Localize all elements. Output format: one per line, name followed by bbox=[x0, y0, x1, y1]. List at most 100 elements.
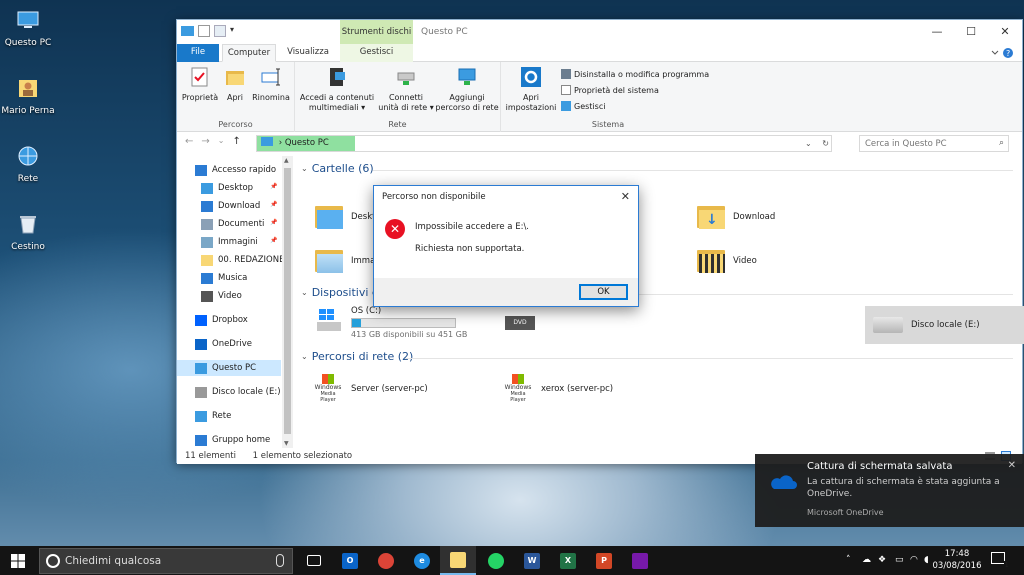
battery-icon[interactable]: ▭ bbox=[895, 546, 904, 575]
scroll-down-icon[interactable]: ▼ bbox=[284, 440, 289, 447]
up-arrow-icon[interactable]: ↑ bbox=[232, 136, 240, 147]
accedi-contenuti-multimediali-button[interactable]: Accedi a contenuti multimediali ▾ bbox=[299, 66, 375, 113]
nav-item[interactable]: Desktop bbox=[201, 180, 253, 196]
apri-impostazioni-button[interactable]: Apri impostazioni bbox=[505, 66, 557, 113]
nav-item[interactable]: 00. REDAZIONE bbox=[201, 252, 284, 268]
nav-scrollbar[interactable]: ▲ ▼ bbox=[282, 156, 293, 448]
network-location-server[interactable]: Windows Media Player Server (server-pc) bbox=[313, 374, 428, 403]
nav-item[interactable]: Accesso rapido bbox=[195, 162, 276, 178]
nav-item[interactable]: Gruppo home bbox=[195, 432, 270, 448]
scrollbar-thumb[interactable] bbox=[284, 168, 291, 434]
address-field[interactable]: › Questo PC ⌄ ↻ bbox=[256, 135, 832, 152]
pin-icon[interactable]: 📌 bbox=[270, 237, 277, 244]
ribbon-expand-help-icon[interactable]: ? bbox=[990, 47, 1014, 59]
drive-os-c[interactable]: OS (C:) 413 GB disponibili su 451 GB bbox=[315, 306, 467, 339]
ok-button[interactable]: OK bbox=[579, 284, 628, 300]
desktop-icon-cestino[interactable]: Cestino bbox=[0, 212, 56, 252]
customize-quick-access-icon[interactable]: ▾ bbox=[230, 25, 238, 37]
recent-locations-chevron-icon[interactable]: ⌄ bbox=[218, 136, 225, 147]
connetti-unita-di-rete-button[interactable]: Connetti unità di rete ▾ bbox=[377, 66, 435, 113]
drive-dvd[interactable]: DVD bbox=[505, 316, 535, 330]
nav-item[interactable]: Video bbox=[201, 288, 242, 304]
dropbox-tray-icon[interactable]: ❖ bbox=[878, 546, 886, 575]
action-center-icon[interactable]: 1 bbox=[991, 552, 1010, 569]
nav-item[interactable]: Musica bbox=[201, 270, 247, 286]
proprieta-sistema-button[interactable]: Proprietà del sistema bbox=[561, 83, 659, 97]
toast-close-button[interactable]: ✕ bbox=[1008, 460, 1016, 471]
show-hidden-icons-chevron-icon[interactable]: ˄ bbox=[846, 546, 851, 575]
excel-icon: X bbox=[560, 552, 576, 569]
section-percorsi-di-rete[interactable]: ⌄ Percorsi di rete (2) bbox=[301, 350, 413, 363]
proprieta-button[interactable]: Proprietà bbox=[181, 66, 219, 103]
search-input[interactable] bbox=[860, 136, 988, 151]
pin-icon[interactable]: 📌 bbox=[270, 219, 277, 226]
nav-item[interactable]: Rete bbox=[195, 408, 231, 424]
nav-item[interactable]: OneDrive bbox=[195, 336, 252, 352]
folder-video[interactable]: Video bbox=[697, 248, 757, 274]
taskbar-whatsapp-button[interactable] bbox=[478, 546, 514, 575]
folder-name: Download bbox=[733, 212, 776, 222]
taskbar-onenote-app-button[interactable] bbox=[622, 546, 658, 575]
disinstalla-programma-button[interactable]: Disinstalla o modifica programma bbox=[561, 67, 709, 81]
folder-download[interactable]: ↓ Download bbox=[697, 204, 775, 230]
folder-name: Video bbox=[733, 256, 757, 266]
taskbar-excel-button[interactable]: X bbox=[550, 546, 586, 575]
nav-item[interactable]: Download bbox=[201, 198, 260, 214]
network-icon bbox=[195, 410, 207, 422]
refresh-icon[interactable]: ↻ bbox=[822, 139, 829, 148]
taskbar-edge-button[interactable]: e bbox=[404, 546, 440, 575]
nav-item[interactable]: Disco locale (E:) bbox=[195, 384, 281, 400]
breadcrumb[interactable]: › Questo PC bbox=[257, 136, 355, 151]
section-cartelle[interactable]: ⌄ Cartelle (6) bbox=[301, 162, 374, 175]
tab-file[interactable]: File bbox=[177, 44, 219, 62]
nav-item[interactable]: Immagini bbox=[201, 234, 258, 250]
button-label: Connetti bbox=[388, 93, 424, 102]
taskbar-file-explorer-button[interactable] bbox=[440, 546, 476, 575]
maximize-button[interactable]: ☐ bbox=[954, 20, 988, 44]
tab-visualizza[interactable]: Visualizza bbox=[280, 44, 336, 62]
taskbar-chrome-button[interactable] bbox=[368, 546, 404, 575]
group-rete: Accedi a contenuti multimediali ▾ Connet… bbox=[295, 62, 501, 132]
tab-gestisci[interactable]: Gestisci bbox=[340, 44, 413, 62]
taskbar-word-button[interactable]: W bbox=[514, 546, 550, 575]
taskbar-powerpoint-button[interactable]: P bbox=[586, 546, 622, 575]
scroll-up-icon[interactable]: ▲ bbox=[284, 157, 289, 164]
desktop-icon-mario-perna[interactable]: Mario Perna bbox=[0, 76, 56, 116]
desktop-icon-rete[interactable]: Rete bbox=[0, 144, 56, 184]
taskbar-outlook-button[interactable]: O bbox=[332, 546, 368, 575]
forward-arrow-icon[interactable]: → bbox=[201, 136, 209, 147]
desktop-icon-questo-pc[interactable]: Questo PC bbox=[0, 8, 56, 48]
selection-count: 1 elemento selezionato bbox=[252, 451, 353, 461]
rinomina-button[interactable]: Rinomina bbox=[251, 66, 291, 103]
onedrive-toast-notification[interactable]: Cattura di schermata salvata La cattura … bbox=[755, 454, 1024, 527]
cortana-search-box[interactable]: Chiedimi qualcosa bbox=[39, 548, 293, 574]
nav-item[interactable]: Documenti bbox=[201, 216, 264, 232]
search-box[interactable]: ⌕ bbox=[859, 135, 1009, 152]
pin-icon[interactable]: 📌 bbox=[270, 201, 277, 208]
microphone-icon[interactable] bbox=[276, 554, 284, 567]
properties-quick-icon[interactable] bbox=[198, 25, 210, 37]
volume-icon[interactable]: ◖ bbox=[924, 546, 929, 575]
back-arrow-icon[interactable]: ← bbox=[185, 136, 193, 147]
nav-item[interactable]: Dropbox bbox=[195, 312, 248, 328]
nav-item-label: Disco locale (E:) bbox=[212, 387, 281, 397]
aggiungi-percorso-di-rete-button[interactable]: Aggiungi percorso di rete bbox=[435, 66, 499, 113]
gestisci-button[interactable]: Gestisci bbox=[561, 99, 605, 113]
tab-computer[interactable]: Computer bbox=[222, 44, 276, 62]
close-button[interactable]: ✕ bbox=[988, 20, 1022, 44]
network-location-xerox[interactable]: Windows Media Player xerox (server-pc) bbox=[503, 374, 613, 403]
apri-button[interactable]: Apri bbox=[221, 66, 249, 103]
onedrive-tray-icon[interactable]: ☁ bbox=[862, 546, 871, 575]
start-button[interactable] bbox=[0, 546, 36, 575]
address-dropdown-icon[interactable]: ⌄ bbox=[805, 139, 812, 148]
wifi-icon[interactable]: ◠ bbox=[910, 546, 918, 575]
minimize-button[interactable]: — bbox=[920, 20, 954, 44]
clock[interactable]: 17:48 03/08/2016 bbox=[932, 548, 982, 572]
drive-disco-locale-e[interactable]: Disco locale (E:) bbox=[865, 306, 1024, 344]
media-server-icon bbox=[330, 68, 345, 86]
nav-item[interactable]: Questo PC bbox=[177, 360, 281, 376]
dialog-close-button[interactable]: ✕ bbox=[621, 186, 630, 208]
pin-icon[interactable]: 📌 bbox=[270, 183, 277, 190]
new-folder-quick-icon[interactable] bbox=[214, 25, 226, 37]
taskbar-task-view-button[interactable] bbox=[296, 546, 332, 575]
